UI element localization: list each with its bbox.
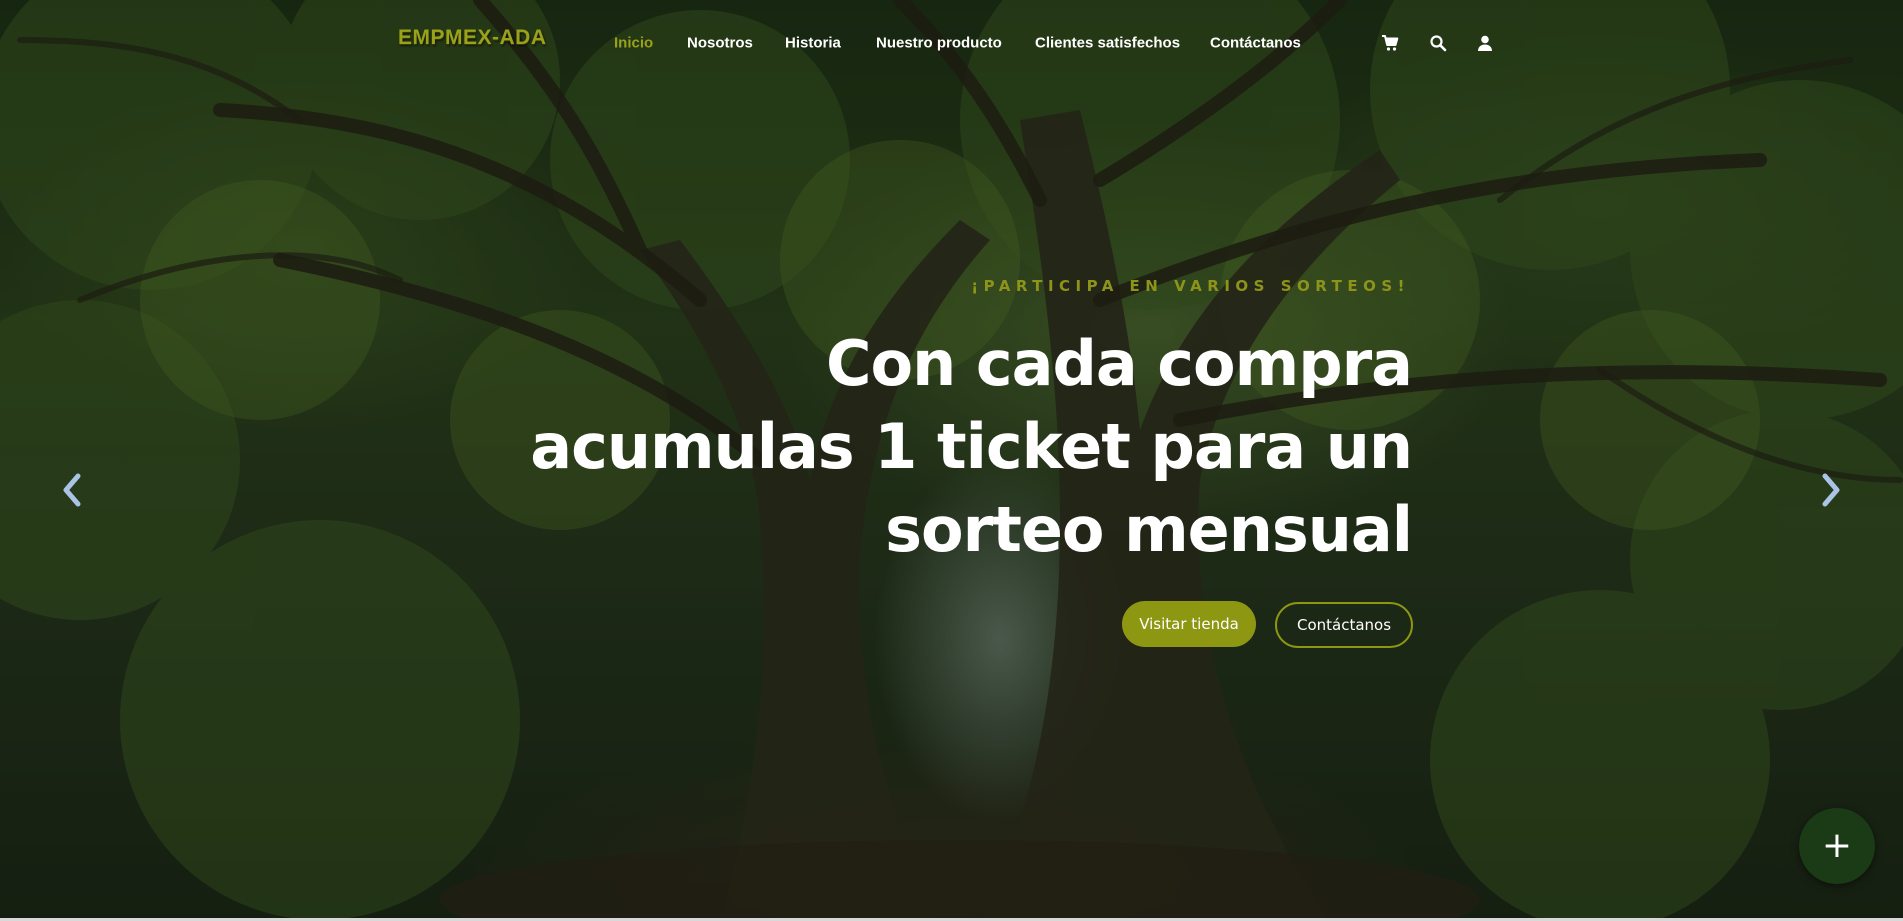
nav-item-inicio[interactable]: Inicio bbox=[614, 35, 653, 52]
plus-icon: + bbox=[1821, 825, 1853, 866]
headline-line: sorteo mensual bbox=[885, 493, 1413, 566]
headline-line: Con cada compra bbox=[826, 327, 1413, 400]
user-icon[interactable] bbox=[1476, 34, 1494, 52]
headline-line: acumulas 1 ticket para un bbox=[530, 410, 1413, 483]
cart-icon[interactable] bbox=[1381, 34, 1399, 52]
contact-button[interactable]: Contáctanos bbox=[1275, 602, 1413, 648]
site-logo[interactable]: EMPMEX-ADA bbox=[398, 26, 547, 50]
hero-headline: Con cada compra acumulas 1 ticket para u… bbox=[512, 322, 1413, 571]
visit-store-button[interactable]: Visitar tienda bbox=[1122, 601, 1256, 647]
nav-item-nosotros[interactable]: Nosotros bbox=[687, 35, 753, 52]
floating-add-button[interactable]: + bbox=[1799, 808, 1875, 884]
search-icon[interactable] bbox=[1429, 34, 1447, 52]
nav-item-clientes-satisfechos[interactable]: Clientes satisfechos bbox=[1035, 35, 1180, 52]
chevron-left-icon[interactable] bbox=[61, 473, 83, 507]
nav-item-nuestro-producto[interactable]: Nuestro producto bbox=[876, 35, 1002, 52]
nav-item-historia[interactable]: Historia bbox=[785, 35, 841, 52]
hero-eyebrow: ¡PARTICIPA EN VARIOS SORTEOS! bbox=[971, 277, 1410, 295]
nav-item-contactanos[interactable]: Contáctanos bbox=[1210, 35, 1301, 52]
chevron-right-icon[interactable] bbox=[1820, 473, 1842, 507]
